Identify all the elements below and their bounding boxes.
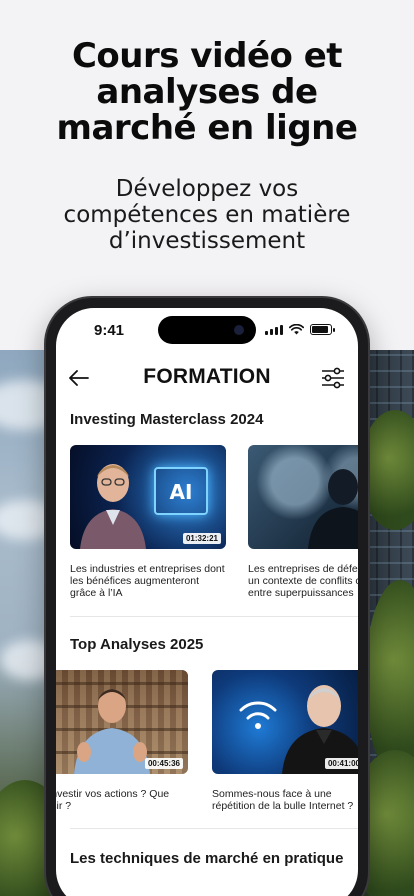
page-title: FORMATION xyxy=(143,365,271,388)
duration-badge: 00:45:36 xyxy=(144,758,183,769)
section-title-masterclass: Investing Masterclass 2024 xyxy=(70,411,264,428)
video-title[interactable]: Les industries et entreprises dont les b… xyxy=(70,563,230,599)
signal-icon xyxy=(265,325,283,335)
wifi-graphic xyxy=(239,701,277,729)
presenter-image xyxy=(80,464,146,549)
section-divider xyxy=(70,616,358,617)
video-card[interactable]: 00:45:36 Où investir vos actions ? Que c… xyxy=(56,670,188,812)
video-title[interactable]: Où investir vos actions ? Que choisir ? xyxy=(56,788,192,812)
section-title-techniques: Les techniques de marché en pratique xyxy=(70,850,344,867)
status-bar: 9:41 xyxy=(56,308,358,354)
section-divider xyxy=(70,828,358,829)
dynamic-island xyxy=(158,316,256,344)
video-title[interactable]: Les entreprises de défense dans un conte… xyxy=(248,563,358,599)
app-bar: FORMATION xyxy=(56,360,358,396)
battery-icon xyxy=(310,324,335,335)
video-thumbnail[interactable] xyxy=(248,445,358,549)
video-title[interactable]: Sommes-nous face à une répétition de la … xyxy=(212,788,358,812)
sliders-icon[interactable] xyxy=(320,366,346,390)
duration-badge: 00:41:00 xyxy=(324,758,358,769)
section-title-top-analyses: Top Analyses 2025 xyxy=(70,636,204,653)
video-thumbnail[interactable]: AI 01:32:21 xyxy=(70,445,226,549)
status-time: 9:41 xyxy=(94,322,125,339)
silhouette-image xyxy=(308,469,358,549)
ai-chip-graphic: AI xyxy=(154,467,208,515)
wifi-icon xyxy=(289,324,304,335)
promo-title: Cours vidéo et analyses de marché en lig… xyxy=(56,36,358,148)
promo-subtitle: Développez vos compétences en matière d’… xyxy=(63,176,351,254)
video-thumbnail[interactable]: 00:45:36 xyxy=(56,670,188,774)
phone-frame: 9:41 FORMATION Investing Masterclass 202… xyxy=(46,298,368,896)
presenter-image xyxy=(74,689,150,774)
video-thumbnail[interactable]: 00:41:00 xyxy=(212,670,358,774)
video-card[interactable]: Les entreprises de défense dans un conte… xyxy=(248,445,358,599)
video-card[interactable]: AI 01:32:21 Les industries et entreprise… xyxy=(70,445,226,599)
phone-screen: 9:41 FORMATION Investing Masterclass 202… xyxy=(56,308,358,896)
duration-badge: 01:32:21 xyxy=(182,533,221,544)
video-card[interactable]: 00:41:00 Sommes-nous face à une répétiti… xyxy=(212,670,358,812)
